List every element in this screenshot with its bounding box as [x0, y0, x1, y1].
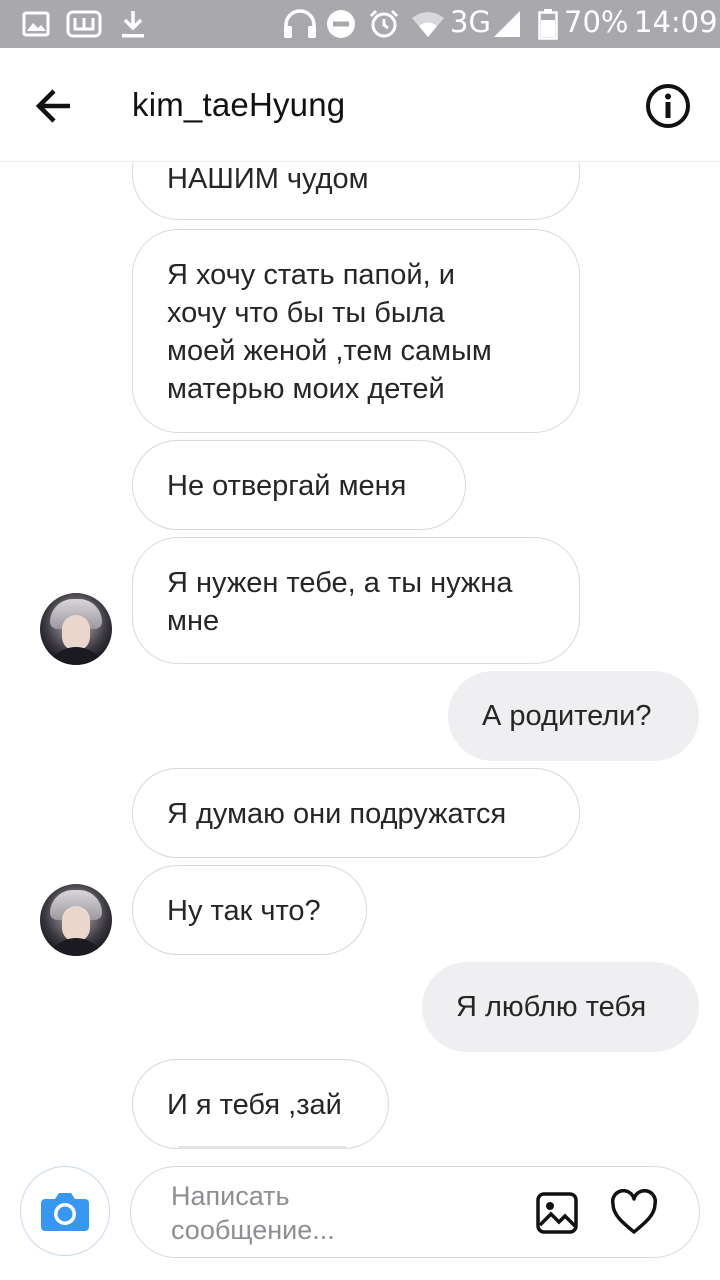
sender-avatar[interactable]	[40, 593, 112, 665]
message-text: И я тебя ,зай	[167, 1089, 342, 1121]
signal-icon	[492, 8, 522, 40]
clock: 14:09	[634, 5, 718, 39]
camera-button-inner	[27, 1173, 103, 1249]
scroll-indicator	[178, 1146, 346, 1149]
chat-header: kim_taeHyung	[0, 48, 720, 162]
sender-avatar[interactable]	[40, 884, 112, 956]
message-outgoing[interactable]: А родители?	[448, 671, 699, 761]
message-text: НАШИМ чудом	[167, 163, 369, 195]
message-input-placeholder[interactable]: Написать сообщение...	[171, 1179, 501, 1247]
gallery-notification-icon	[22, 8, 50, 40]
message-text: Я хочу стать папой, и хочу что бы ты был…	[167, 259, 492, 405]
message-incoming[interactable]: И я тебя ,зай	[132, 1059, 389, 1149]
message-composer: Написать сообщение...	[0, 1158, 720, 1280]
message-outgoing[interactable]: Я люблю тебя	[422, 962, 699, 1052]
info-button[interactable]	[644, 82, 692, 130]
like-button[interactable]	[609, 1189, 659, 1237]
app-notification-icon	[66, 8, 102, 40]
info-icon	[646, 84, 690, 128]
wifi-icon	[410, 8, 446, 40]
camera-icon	[41, 1193, 89, 1231]
message-incoming[interactable]: Я нужен тебе, а ты нужна мне	[132, 537, 580, 664]
message-text: Не отвергай меня	[167, 470, 407, 502]
arrow-left-icon	[35, 89, 70, 123]
battery-percent: 70%	[564, 5, 629, 39]
camera-button[interactable]	[20, 1166, 110, 1256]
message-incoming[interactable]: НАШИМ чудом	[132, 163, 580, 220]
network-type: 3G	[450, 5, 491, 39]
do-not-disturb-icon	[326, 8, 356, 40]
chat-title[interactable]: kim_taeHyung	[132, 86, 345, 124]
message-text: Я думаю они подружатся	[167, 798, 507, 830]
back-button[interactable]	[30, 82, 82, 130]
screen: 3G 70% 14:09 kim_taeHyung НАШИМ чудом Я …	[0, 0, 720, 1280]
alarm-icon	[368, 8, 400, 40]
gallery-button[interactable]	[535, 1191, 579, 1235]
message-text: Ну так что?	[167, 895, 321, 927]
download-icon	[120, 8, 146, 40]
message-text: Я люблю тебя	[456, 991, 647, 1023]
battery-icon	[538, 8, 558, 40]
message-input-field[interactable]: Написать сообщение...	[130, 1166, 700, 1258]
image-icon	[536, 1192, 578, 1234]
heart-icon	[610, 1189, 658, 1234]
status-bar: 3G 70% 14:09	[0, 0, 720, 48]
message-incoming[interactable]: Я хочу стать папой, и хочу что бы ты был…	[132, 229, 580, 433]
message-incoming[interactable]: Ну так что?	[132, 865, 367, 955]
message-incoming[interactable]: Не отвергай меня	[132, 440, 466, 530]
message-text: А родители?	[482, 700, 652, 732]
headphones-icon	[282, 8, 318, 40]
message-incoming[interactable]: Я думаю они подружатся	[132, 768, 580, 858]
message-text: Я нужен тебе, а ты нужна мне	[167, 567, 513, 637]
message-thread[interactable]: НАШИМ чудом Я хочу стать папой, и хочу ч…	[0, 163, 720, 1158]
